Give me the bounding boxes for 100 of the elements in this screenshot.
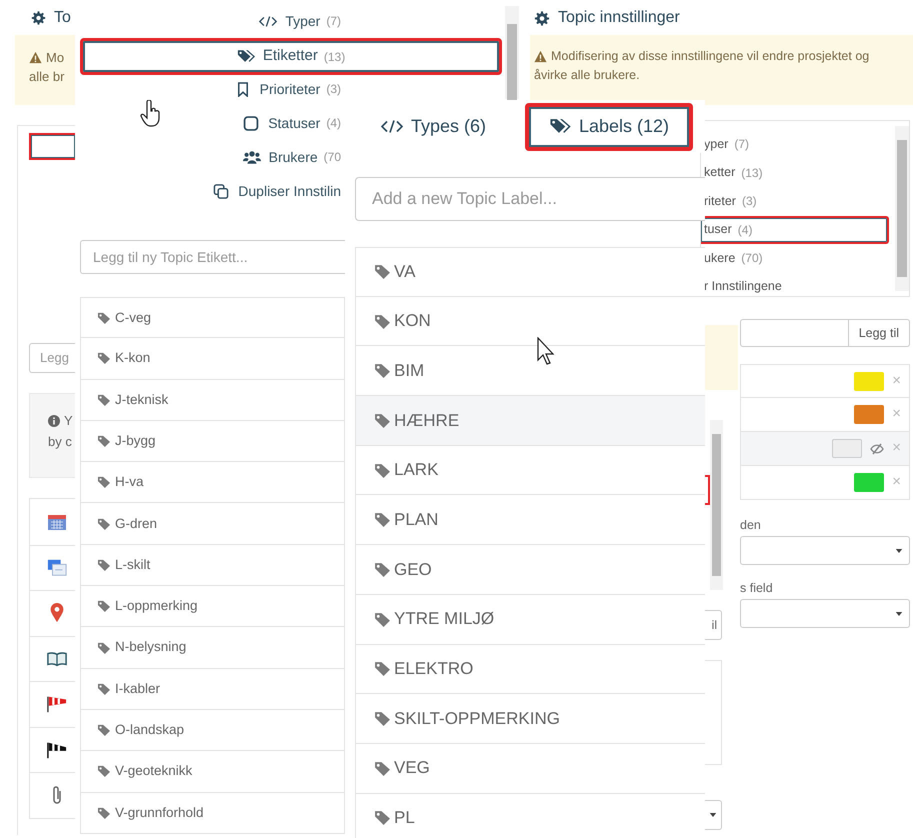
tag-icon	[374, 462, 391, 478]
notice-box	[705, 325, 738, 390]
copy-icon	[212, 184, 230, 198]
tag-icon	[374, 612, 391, 627]
info-text: Y	[64, 412, 73, 430]
add-button[interactable]: Legg til	[848, 319, 910, 347]
select-field[interactable]	[740, 599, 910, 628]
tag-icon	[374, 314, 391, 329]
label-row[interactable]: PLAN	[355, 495, 705, 546]
select-field[interactable]	[705, 800, 722, 830]
scrollbar[interactable]	[710, 420, 723, 590]
menu-item[interactable]: yper (7)	[701, 130, 889, 158]
label-row[interactable]: V-grunnforhold	[80, 792, 345, 834]
tag-icon	[97, 435, 111, 448]
scrollbar[interactable]	[505, 6, 519, 99]
label-row[interactable]: I-kabler	[80, 668, 345, 710]
tags-icon	[236, 49, 255, 64]
info-text: by c	[48, 433, 73, 451]
info-icon	[48, 414, 60, 426]
panel-title: Topic innstillinger	[558, 8, 680, 28]
code-icon	[381, 118, 403, 135]
label-row[interactable]: HÆHRE	[355, 396, 705, 446]
label-row[interactable]: J-teknisk	[80, 380, 345, 421]
tag-icon	[97, 518, 111, 530]
label-row[interactable]: LARK	[355, 446, 705, 496]
scrollbar[interactable]	[895, 126, 909, 291]
label-row[interactable]: YTRE MILJØ	[355, 594, 705, 644]
tag-icon	[374, 810, 391, 826]
tab[interactable]: Labels (12)	[524, 102, 693, 150]
menu-item[interactable]: Prioriteter (3)	[80, 72, 345, 106]
color-swatch[interactable]	[854, 405, 884, 424]
tag-icon	[97, 394, 111, 406]
caret-icon	[895, 610, 903, 618]
menu-item[interactable]: Statuser (4)	[80, 106, 345, 140]
label-row[interactable]: C-veg	[80, 297, 345, 338]
warning-text: Modifisering av disse innstillingene vil endre prosjektet og	[551, 48, 870, 65]
tag-icon	[374, 363, 391, 378]
label-row[interactable]: G-dren	[80, 503, 345, 545]
tag-icon	[97, 312, 111, 324]
menu-item[interactable]: Brukere (70	[80, 140, 345, 174]
tag-icon	[97, 724, 111, 736]
tag-icon	[97, 600, 111, 612]
label-row[interactable]: SKILT-OPPMERKING	[355, 694, 705, 744]
label-row[interactable]: ELEKTRO	[355, 644, 705, 694]
color-swatch[interactable]	[854, 372, 884, 390]
windsock-icon[interactable]	[47, 694, 67, 714]
caret-icon	[895, 546, 903, 554]
placeholder-text: Legg til ny Topic Etikett...	[93, 248, 248, 267]
warning-text: alle br	[29, 68, 66, 86]
code-icon	[259, 14, 278, 28]
square-icon	[242, 116, 260, 130]
label-row[interactable]: GEO	[355, 545, 705, 595]
label-row[interactable]: VA	[355, 247, 705, 297]
label-row[interactable]: L-oppmerking	[80, 586, 345, 628]
tag-icon	[97, 476, 111, 488]
color-swatch[interactable]	[832, 439, 862, 458]
tags-icon	[548, 118, 571, 135]
field-label: den	[740, 517, 762, 534]
tag-icon	[97, 352, 111, 364]
tag-icon	[374, 711, 391, 726]
select-field[interactable]	[740, 536, 910, 565]
warning-icon	[534, 50, 547, 63]
tag-icon	[97, 558, 111, 571]
tag-icon	[374, 661, 391, 676]
label-row[interactable]: N-belysning	[80, 627, 345, 669]
label-row[interactable]: O-landskap	[80, 710, 345, 752]
tag-icon	[374, 412, 391, 428]
add-button[interactable]: il	[705, 610, 722, 640]
menu-item[interactable]: Etiketter (13)	[80, 38, 502, 75]
label-row[interactable]: V-geoteknikk	[80, 751, 345, 793]
tag-icon	[374, 760, 391, 776]
placeholder-text: Add a new Topic Label...	[372, 188, 557, 210]
panel-title: To	[54, 8, 71, 28]
warning-icon	[29, 51, 42, 64]
label-row[interactable]: J-bygg	[80, 420, 345, 462]
tag-icon	[374, 512, 391, 528]
label-row[interactable]: L-skilt	[80, 544, 345, 586]
users-icon	[242, 150, 261, 164]
menu-item[interactable]: tuser (4)	[701, 216, 889, 244]
eye-slash-icon	[870, 442, 884, 454]
tag-icon	[97, 806, 111, 819]
label-row[interactable]: VEG	[355, 744, 705, 794]
menu-item[interactable]: Typer (7)	[80, 4, 345, 38]
input-field[interactable]	[740, 319, 849, 347]
hand-cursor-icon	[140, 100, 162, 128]
tag-icon	[97, 682, 111, 695]
label-row[interactable]: KON	[355, 296, 705, 346]
gear-icon	[31, 11, 46, 25]
windsock-icon[interactable]	[47, 740, 67, 760]
tag-icon	[97, 642, 111, 654]
label-row[interactable]: PL	[355, 794, 705, 838]
label-row[interactable]: H-va	[80, 462, 345, 504]
tag-icon	[374, 264, 391, 280]
caret-icon	[709, 811, 717, 819]
windows-icon[interactable]	[47, 558, 67, 578]
label-row[interactable]: K-kon	[80, 338, 345, 380]
color-swatch[interactable]	[854, 473, 884, 492]
tag-icon	[97, 765, 111, 778]
warning-text: åvirke alle brukere.	[534, 67, 641, 84]
menu-item[interactable]: Dupliser Innstilin	[80, 174, 345, 208]
